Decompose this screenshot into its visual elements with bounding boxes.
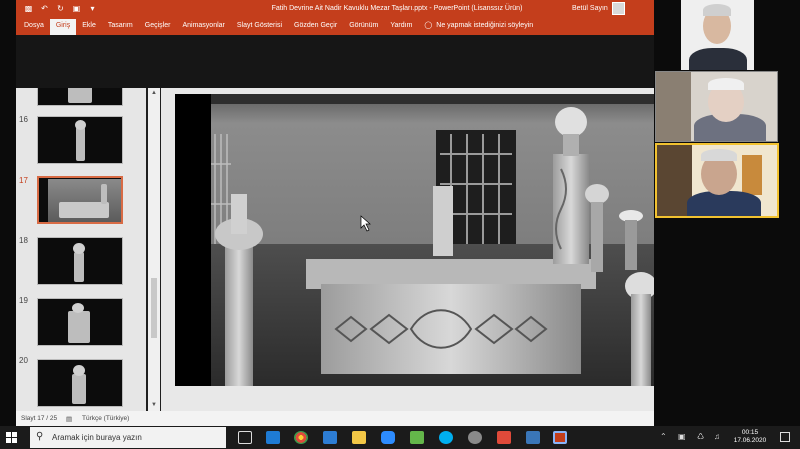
ribbon-tabs: Dosya Giriş Ekle Tasarım Geçişler Animas… [16, 19, 654, 35]
slide-thumbnail-19[interactable] [37, 298, 123, 346]
customize-toolbar-icon[interactable]: ▾ [88, 4, 97, 13]
window-title: Fatih Devrine Ait Nadir Kavuklu Mezar Ta… [271, 5, 523, 12]
chrome-icon[interactable] [294, 431, 308, 444]
zoom-icon[interactable] [381, 431, 395, 444]
save-icon[interactable]: ▩ [24, 4, 33, 13]
redo-icon[interactable]: ↻ [56, 4, 65, 13]
avatar[interactable] [612, 2, 625, 15]
thumbnails-scrollbar[interactable]: ▲ ▼ [148, 88, 160, 411]
language-indicator[interactable]: Türkçe (Türkiye) [82, 415, 129, 422]
scroll-down-icon[interactable]: ▼ [150, 401, 158, 409]
video-tile-participant-3[interactable] [655, 143, 779, 218]
slide-number: 16 [19, 115, 28, 124]
slide-number: 19 [19, 296, 28, 305]
tell-me-text: Ne yapmak istediğinizi söyleyin [436, 21, 534, 29]
status-bar: Slayt 17 / 25 ▤ Türkçe (Türkiye) [16, 411, 654, 426]
tab-ekle[interactable]: Ekle [76, 19, 102, 35]
tab-animasyonlar[interactable]: Animasyonlar [176, 19, 230, 35]
app-icon[interactable] [468, 431, 482, 444]
tab-gorunum[interactable]: Görünüm [343, 19, 384, 35]
windows-start-icon[interactable] [6, 432, 17, 443]
task-view-icon[interactable] [238, 431, 252, 444]
user-name[interactable]: Betül Sayın [572, 5, 608, 12]
slide-thumbnails-panel[interactable]: 16 17 18 19 20 [16, 88, 146, 411]
quick-access-toolbar: ▩ ↶ ↻ ▣ ▾ [24, 4, 97, 13]
search-icon: ⚲ [36, 431, 44, 442]
slide-editor[interactable] [161, 88, 654, 411]
slide-thumbnail-18[interactable] [37, 237, 123, 285]
notification-icon[interactable] [780, 432, 790, 442]
taskbar: ⚲ Aramak için buraya yazın ⌃ ▣ ♺ ♫ 00:15… [0, 426, 800, 449]
slide-number-active: 17 [19, 176, 28, 185]
photos-icon[interactable] [526, 431, 540, 444]
tell-me-box[interactable]: ◯ Ne yapmak istediğinizi söyleyin [418, 19, 539, 35]
desktop-background [654, 218, 800, 426]
tray-expand-icon[interactable]: ⌃ [660, 432, 667, 441]
powerpoint-slideshow-icon[interactable] [553, 431, 567, 444]
desktop-screen: ▩ ↶ ↻ ▣ ▾ Fatih Devrine Ait Nadir Kavukl… [0, 0, 800, 449]
tab-dosya[interactable]: Dosya [18, 19, 50, 35]
tab-giris[interactable]: Giriş [49, 19, 77, 35]
slide-number: 18 [19, 236, 28, 245]
skype-icon[interactable] [439, 431, 453, 444]
taskbar-search-box[interactable]: ⚲ Aramak için buraya yazın [30, 427, 226, 448]
tab-yardim[interactable]: Yardım [384, 19, 418, 35]
tab-tasarim[interactable]: Tasarım [102, 19, 139, 35]
gravestones-photo [211, 94, 654, 386]
title-bar: ▩ ↶ ↻ ▣ ▾ Fatih Devrine Ait Nadir Kavukl… [16, 0, 654, 19]
undo-icon[interactable]: ↶ [40, 4, 49, 13]
current-slide[interactable] [175, 94, 654, 386]
slide-thumbnail-20[interactable] [37, 359, 123, 407]
tab-gozden-gecir[interactable]: Gözden Geçir [288, 19, 343, 35]
wifi-icon[interactable]: ♺ [697, 432, 704, 441]
clock-date: 17.06.2020 [733, 437, 767, 444]
touchpad-icon[interactable]: ▣ [678, 432, 686, 441]
slide-thumbnail-17[interactable] [37, 176, 123, 224]
system-clock[interactable]: 00:15 17.06.2020 [728, 429, 772, 445]
edge-icon[interactable] [266, 431, 280, 444]
search-placeholder: Aramak için buraya yazın [52, 433, 142, 442]
ie-icon[interactable] [323, 431, 337, 444]
start-from-beginning-icon[interactable]: ▣ [72, 4, 81, 13]
scrollbar-thumb[interactable] [151, 278, 157, 338]
ribbon-body [16, 35, 654, 88]
powerpoint-window: ▩ ↶ ↻ ▣ ▾ Fatih Devrine Ait Nadir Kavukl… [16, 0, 654, 426]
clock-time: 00:15 [741, 429, 759, 436]
lightbulb-icon: ◯ [424, 21, 433, 29]
slide-photo[interactable] [211, 94, 654, 386]
camtasia-icon[interactable] [410, 431, 424, 444]
video-tile-participant-2[interactable] [655, 71, 778, 142]
video-tile-participant-1[interactable] [681, 0, 754, 70]
notes-icon[interactable]: ▤ [66, 415, 72, 423]
volume-icon[interactable]: ♫ [714, 432, 720, 441]
slide-thumbnail-15[interactable] [37, 88, 123, 106]
scroll-up-icon[interactable]: ▲ [150, 89, 158, 97]
recorder-icon[interactable] [497, 431, 511, 444]
file-explorer-icon[interactable] [352, 431, 366, 444]
tab-slayt-gosterisi[interactable]: Slayt Gösterisi [231, 19, 288, 35]
slide-number: 20 [19, 356, 28, 365]
slide-counter[interactable]: Slayt 17 / 25 [21, 415, 57, 422]
slide-thumbnail-16[interactable] [37, 116, 123, 164]
tab-gecisler[interactable]: Geçişler [139, 19, 177, 35]
